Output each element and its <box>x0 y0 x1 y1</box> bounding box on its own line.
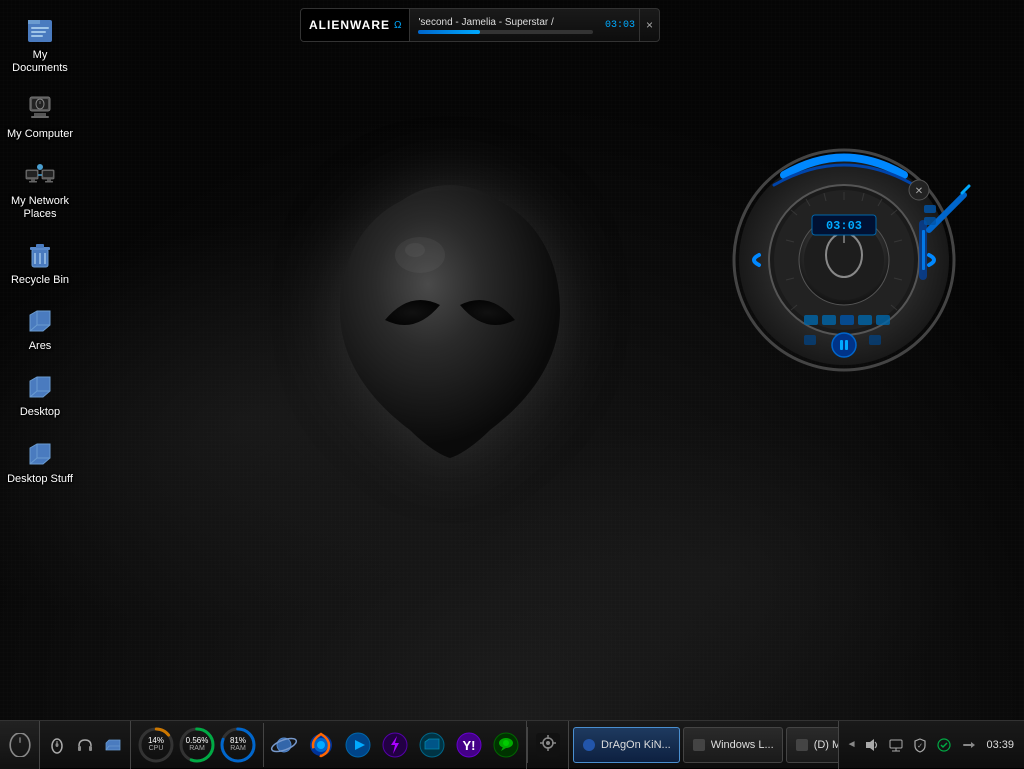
dock-yahoo-icon[interactable]: Y! <box>451 725 487 765</box>
alien-head-graphic <box>310 180 590 500</box>
disk-pct: 81% <box>230 737 246 746</box>
media-title: 'second - Jamelia - Superstar / <box>418 17 592 28</box>
dock-media-icon[interactable] <box>340 725 376 765</box>
desktop-stuff-label: Desktop Stuff <box>7 473 73 486</box>
media-logo: ALIENWARE Ω <box>301 9 410 41</box>
ql-headphones-icon[interactable] <box>72 732 98 758</box>
desktop-icons: My Documents My Computer <box>0 0 80 500</box>
my-documents-icon <box>24 14 56 46</box>
tray-more-icon[interactable] <box>958 735 978 755</box>
ram-pct: 0.56% <box>186 737 209 746</box>
quick-launch <box>40 721 131 769</box>
icon-desktop[interactable]: Desktop <box>0 367 80 423</box>
system-tray: ◄ ✓ <box>838 721 1024 769</box>
svg-text:✓: ✓ <box>918 743 924 750</box>
taskbar-app-label-0: DrAgOn KiN... <box>601 739 671 751</box>
cpu-stat: 14% CPU <box>137 726 175 764</box>
tray-antivirus-icon[interactable] <box>934 735 954 755</box>
dock-folder2-icon[interactable] <box>414 725 450 765</box>
my-computer-label: My Computer <box>7 128 73 141</box>
dock-cs-icon[interactable] <box>530 725 566 765</box>
icon-recycle-bin[interactable]: Recycle Bin <box>0 235 80 291</box>
cpu-label: CPU <box>149 745 164 752</box>
media-time: 03:03 <box>601 20 639 31</box>
desktop-label: Desktop <box>20 406 60 419</box>
desktop-stuff-icon <box>24 438 56 470</box>
media-close-button[interactable]: × <box>639 9 659 41</box>
svg-text:03:03: 03:03 <box>826 219 862 233</box>
desktop: 03:03 ✕ <box>0 0 1024 720</box>
icon-my-network[interactable]: My Network Places <box>0 156 80 225</box>
media-logo-text: ALIENWARE <box>309 18 390 32</box>
icon-ares[interactable]: Ares <box>0 301 80 357</box>
icon-my-computer[interactable]: My Computer <box>0 89 80 145</box>
ram-label: RAM <box>189 745 205 752</box>
svg-text:Y!: Y! <box>463 738 476 753</box>
player-widget: 03:03 ✕ <box>704 100 984 400</box>
tray-network-icon[interactable] <box>886 735 906 755</box>
taskbar-app-label-2: (D) My Birt... <box>814 739 838 751</box>
my-network-label: My Network Places <box>4 195 76 221</box>
dock-orbit-icon[interactable] <box>266 725 302 765</box>
svg-text:✕: ✕ <box>915 186 923 197</box>
my-network-icon <box>24 160 56 192</box>
dock-game-section <box>528 721 569 769</box>
tray-scroll-left[interactable]: ◄ <box>845 739 859 750</box>
alien-icon: Ω <box>394 20 401 31</box>
media-info: 'second - Jamelia - Superstar / <box>410 17 600 34</box>
dock-firefox-icon[interactable] <box>303 725 339 765</box>
stats-widget: 14% CPU 0.56% RAM 81% RAM <box>131 723 264 767</box>
disk-label: RAM <box>230 745 246 752</box>
taskbar-app-label-1: Windows L... <box>711 739 774 751</box>
media-bar[interactable]: ALIENWARE Ω 'second - Jamelia - Supersta… <box>300 8 660 42</box>
dock-trillian-icon[interactable] <box>377 725 413 765</box>
tray-speaker-icon[interactable] <box>862 735 882 755</box>
recycle-bin-icon <box>24 239 56 271</box>
ares-label: Ares <box>29 340 52 353</box>
recycle-bin-label: Recycle Bin <box>11 274 69 287</box>
cpu-pct: 14% <box>148 737 164 746</box>
ql-mouse-icon[interactable] <box>44 732 70 758</box>
media-progress-fill <box>418 30 479 34</box>
dock-icons: Y! <box>264 721 527 769</box>
media-progress-track[interactable] <box>418 30 592 34</box>
icon-desktop-stuff[interactable]: Desktop Stuff <box>0 434 80 490</box>
taskbar-app-1[interactable]: Windows L... <box>683 727 783 763</box>
icon-my-documents[interactable]: My Documents <box>0 10 80 79</box>
my-computer-icon <box>24 93 56 125</box>
desktop-icon <box>24 371 56 403</box>
dock-messenger-icon[interactable] <box>488 725 524 765</box>
taskbar-app-0[interactable]: DrAgOn KiN... <box>573 727 680 763</box>
taskbar: 14% CPU 0.56% RAM 81% RAM <box>0 720 1024 768</box>
ram-stat: 0.56% RAM <box>178 726 216 764</box>
taskbar-app-2[interactable]: (D) My Birt... <box>786 727 838 763</box>
disk-stat: 81% RAM <box>219 726 257 764</box>
taskbar-apps: DrAgOn KiN... Windows L... (D) My Birt..… <box>569 721 838 769</box>
start-button[interactable] <box>0 721 40 769</box>
tray-security-icon[interactable]: ✓ <box>910 735 930 755</box>
ares-icon <box>24 305 56 337</box>
clock-display[interactable]: 03:39 <box>982 739 1018 751</box>
ql-folder-icon[interactable] <box>100 732 126 758</box>
my-documents-label: My Documents <box>4 49 76 75</box>
